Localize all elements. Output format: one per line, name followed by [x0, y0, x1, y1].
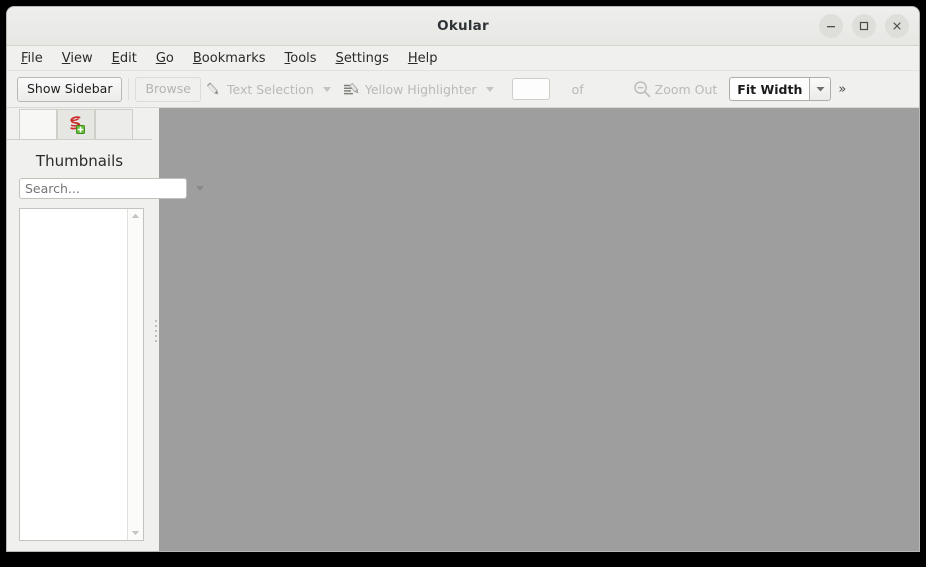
sidebar-search-row [7, 178, 204, 199]
scroll-up-button[interactable] [128, 209, 143, 223]
menu-file-rest: ile [27, 50, 43, 66]
thumbnail-list-container [19, 208, 144, 541]
okular-window: Okular File View Edit Go Bookmarks Tools… [7, 7, 919, 551]
maximize-button[interactable] [852, 14, 876, 38]
zoom-out-label: Zoom Out [654, 81, 718, 97]
main-toolbar: Show Sidebar Browse Text Selection Yello… [7, 71, 919, 108]
sidebar-tab-annotations[interactable] [57, 109, 95, 139]
thumbnail-list[interactable] [20, 209, 127, 540]
menu-view[interactable]: View [62, 51, 93, 66]
toolbar-separator-1 [128, 78, 130, 100]
menu-file[interactable]: File [21, 51, 43, 66]
scroll-down-button[interactable] [128, 526, 143, 540]
splitter-dot [154, 324, 157, 327]
menu-edit-rest: dit [119, 50, 137, 66]
zoom-level-dropdown-arrow[interactable] [809, 77, 832, 101]
pencil-icon [206, 81, 219, 94]
sidebar-panel: Thumbnails [7, 108, 204, 551]
splitter-dot [154, 334, 157, 337]
splitter-dot [154, 339, 157, 342]
title-bar: Okular [7, 7, 919, 46]
menu-bookmarks-mnemonic: B [192, 50, 202, 66]
splitter-dot [154, 329, 157, 332]
window-title: Okular [437, 18, 489, 34]
menu-bar: File View Edit Go Bookmarks Tools Settin… [7, 46, 919, 71]
menu-settings-rest: ettings [343, 50, 389, 66]
splitter-handle [154, 319, 157, 342]
menu-go[interactable]: Go [156, 51, 174, 66]
window-body: Thumbnails [7, 108, 919, 551]
yellow-highlighter-tool[interactable]: Yellow Highlighter [339, 78, 480, 101]
menu-bookmarks[interactable]: Bookmarks [193, 51, 266, 66]
sidebar-search-options-button[interactable] [196, 186, 204, 191]
text-selection-label: Text Selection [226, 81, 314, 97]
menu-settings-mnemonic: S [335, 50, 344, 66]
sidebar-splitter[interactable] [152, 108, 159, 551]
browse-button[interactable]: Browse [135, 76, 201, 102]
text-selection-dropdown-arrow[interactable] [322, 86, 331, 92]
highlighter-icon [343, 82, 359, 94]
menu-tools[interactable]: Tools [285, 51, 317, 66]
menu-go-rest: o [165, 50, 174, 66]
menu-help-rest: elp [417, 50, 438, 66]
document-viewport[interactable] [159, 108, 919, 551]
yellow-highlighter-dropdown-arrow[interactable] [485, 86, 494, 92]
menu-tools-rest: ools [290, 50, 317, 66]
chevron-up-icon [131, 213, 140, 218]
sidebar-panel-title: Thumbnails [35, 152, 124, 170]
menu-bookmarks-rest: ookmarks [201, 50, 266, 66]
minimize-button[interactable] [819, 14, 843, 38]
menu-edit[interactable]: Edit [112, 51, 137, 66]
annotations-icon [70, 115, 85, 134]
text-selection-tool[interactable]: Text Selection [201, 78, 317, 101]
splitter-dot [154, 319, 157, 322]
sidebar-tab-extra[interactable] [95, 109, 133, 139]
zoom-level-value: Fit Width [729, 77, 810, 101]
close-button[interactable] [885, 14, 909, 38]
chevron-down-icon [816, 86, 825, 91]
maximize-icon [859, 21, 869, 31]
sidebar-tab-thumbnails[interactable] [19, 109, 57, 139]
minimize-icon [827, 26, 835, 28]
menu-go-mnemonic: G [155, 50, 166, 66]
menu-help-mnemonic: H [407, 50, 418, 66]
menu-view-rest: iew [70, 50, 93, 66]
yellow-highlighter-label: Yellow Highlighter [364, 81, 477, 97]
zoom-out-button[interactable]: Zoom Out [632, 79, 718, 99]
show-sidebar-button[interactable]: Show Sidebar [17, 76, 123, 102]
chevron-down-icon [131, 531, 140, 536]
menu-settings[interactable]: Settings [336, 51, 389, 66]
menu-edit-mnemonic: E [111, 50, 120, 66]
menu-help[interactable]: Help [408, 51, 438, 66]
close-icon [893, 22, 901, 30]
zoom-level-combobox[interactable]: Fit Width [729, 77, 832, 101]
thumbnail-scrollbar[interactable] [127, 209, 143, 540]
sidebar-search-input[interactable] [19, 178, 187, 199]
sidebar-tabstrip [7, 108, 152, 140]
page-number-input[interactable] [511, 78, 550, 100]
window-controls [819, 14, 909, 38]
screen: Okular File View Edit Go Bookmarks Tools… [0, 0, 926, 567]
page-of-label: of [571, 81, 584, 97]
magnifier-minus-icon [633, 81, 650, 98]
toolbar-overflow-button[interactable]: » [838, 83, 846, 96]
